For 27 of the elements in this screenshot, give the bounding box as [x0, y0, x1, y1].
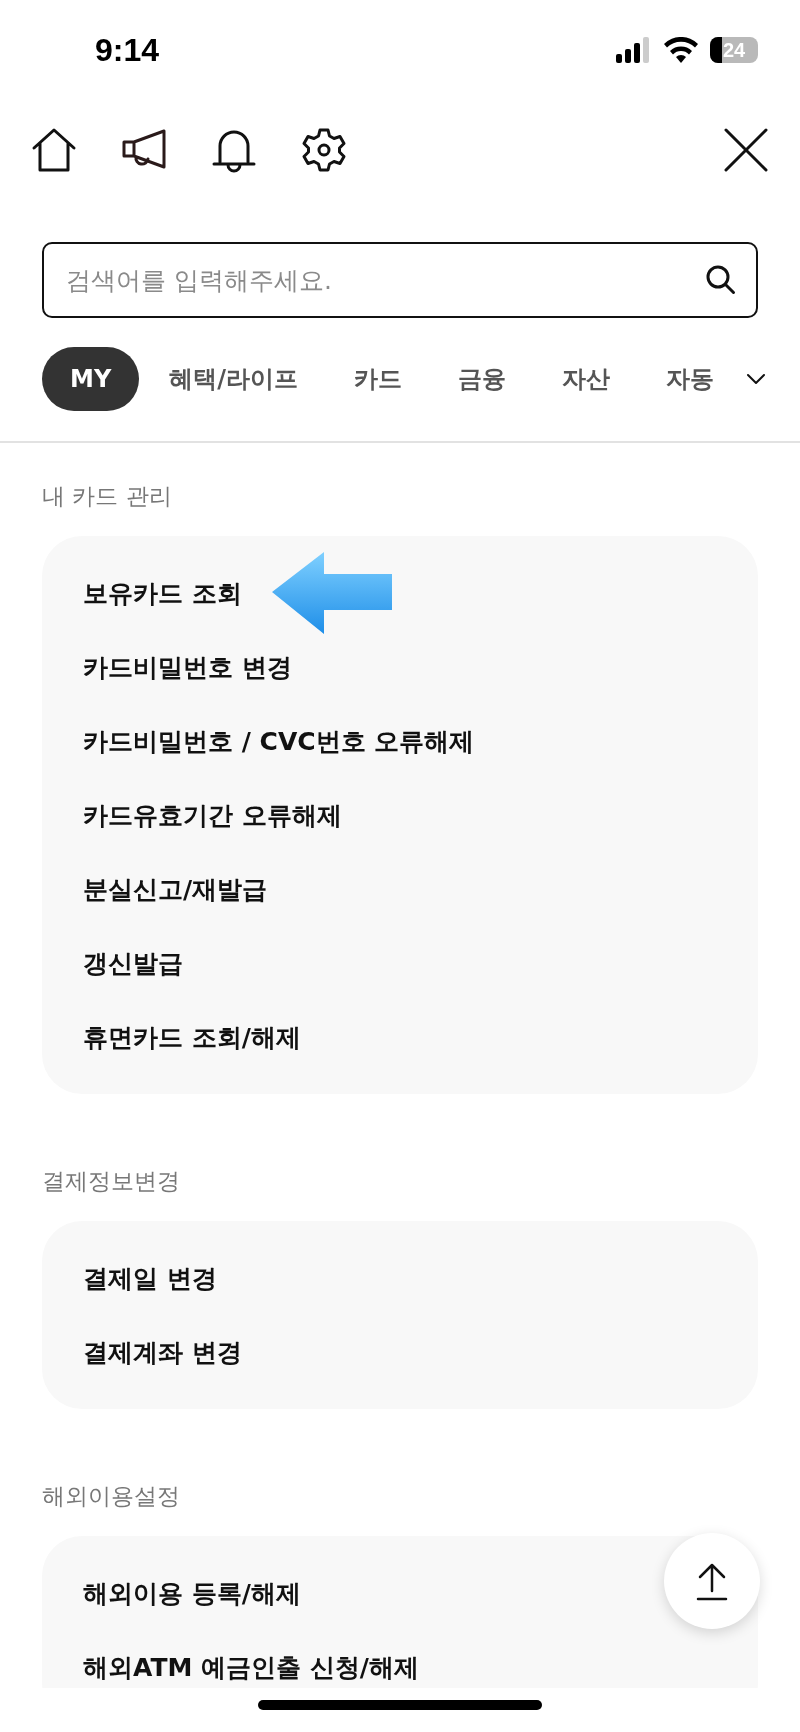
battery-icon: 24: [710, 37, 758, 63]
section-title: 결제정보변경: [42, 1167, 181, 1196]
category-tab[interactable]: 금융: [432, 347, 533, 411]
wifi-icon: [664, 37, 698, 63]
search-icon[interactable]: [706, 265, 736, 295]
menu-link[interactable]: 해외ATM 예금인출 신청/해제: [83, 1650, 419, 1684]
arrow-up-icon[interactable]: [694, 1561, 730, 1601]
menu-link[interactable]: 카드비밀번호 변경: [83, 650, 292, 684]
menu-link[interactable]: 휴면카드 조회/해제: [83, 1020, 301, 1054]
menu-link[interactable]: 갱신발급: [83, 946, 183, 980]
menu-link[interactable]: 보유카드 조회: [83, 576, 242, 610]
menu-link[interactable]: 결제일 변경: [83, 1261, 217, 1295]
menu-link[interactable]: 해외이용 등록/해제: [83, 1576, 301, 1610]
signal-icon: [616, 37, 652, 63]
category-tab[interactable]: 카드: [328, 347, 429, 411]
category-tab[interactable]: MY: [42, 347, 140, 411]
menu-link[interactable]: 카드유효기간 오류해제: [83, 798, 342, 832]
menu-link[interactable]: 카드비밀번호 / CVC번호 오류해제: [83, 724, 475, 758]
status-time: 9:14: [95, 31, 160, 69]
section-title: 내 카드 관리: [42, 482, 173, 511]
menu-link[interactable]: 분실신고/재발급: [83, 872, 268, 906]
category-tab[interactable]: 자산: [536, 347, 637, 411]
category-tab[interactable]: 혜택/라이프: [143, 347, 325, 411]
menu-link[interactable]: 결제계좌 변경: [83, 1335, 242, 1369]
section-title: 해외이용설정: [42, 1482, 181, 1511]
search-field[interactable]: 검색어를 입력해주세요.: [42, 242, 758, 318]
category-tab[interactable]: 자동: [640, 347, 741, 411]
